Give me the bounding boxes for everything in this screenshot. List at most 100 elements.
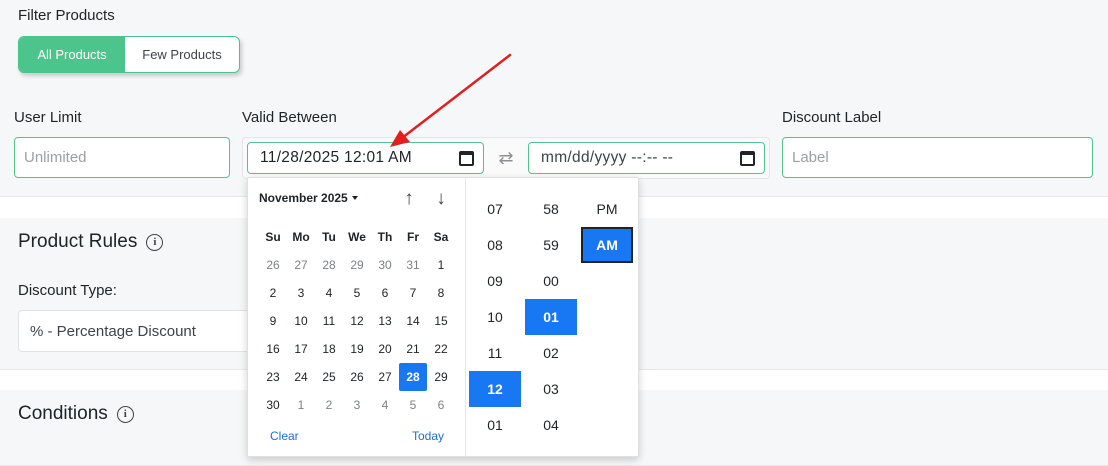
product-rules-heading: Product Rules i bbox=[18, 231, 164, 253]
calendar-day[interactable]: 22 bbox=[427, 335, 455, 363]
hour-option[interactable]: 11 bbox=[469, 335, 521, 371]
calendar-day[interactable]: 3 bbox=[287, 279, 315, 307]
calendar-day[interactable]: 13 bbox=[371, 307, 399, 335]
end-datetime-input[interactable]: mm/dd/yyyy --:-- -- bbox=[528, 142, 765, 174]
calendar-day[interactable]: 8 bbox=[427, 279, 455, 307]
user-limit-input[interactable]: Unlimited bbox=[14, 137, 230, 178]
caret-down-icon bbox=[351, 196, 358, 200]
calendar-day[interactable]: 28 bbox=[399, 363, 427, 391]
discount-label-label: Discount Label bbox=[782, 109, 882, 126]
calendar-day[interactable]: 9 bbox=[259, 307, 287, 335]
calendar-day[interactable]: 30 bbox=[371, 251, 399, 279]
hour-option[interactable]: 10 bbox=[469, 299, 521, 335]
user-limit-placeholder: Unlimited bbox=[24, 149, 87, 166]
calendar-day[interactable]: 26 bbox=[343, 363, 371, 391]
calendar-day[interactable]: 2 bbox=[259, 279, 287, 307]
calendar-day[interactable]: 6 bbox=[371, 279, 399, 307]
calendar-day[interactable]: 18 bbox=[315, 335, 343, 363]
period-column: PM AM bbox=[581, 191, 633, 263]
calendar-day[interactable]: 11 bbox=[315, 307, 343, 335]
hour-option[interactable]: 07 bbox=[469, 191, 521, 227]
calendar-icon[interactable] bbox=[459, 151, 474, 166]
calendar-day[interactable]: 6 bbox=[427, 391, 455, 419]
month-year-label: November 2025 bbox=[259, 191, 348, 205]
calendar-day[interactable]: 5 bbox=[399, 391, 427, 419]
start-datetime-input[interactable]: 11/28/2025 12:01 AM bbox=[247, 142, 484, 174]
filter-products-toggle: All Products Few Products bbox=[18, 36, 240, 73]
calendar-day[interactable]: 24 bbox=[287, 363, 315, 391]
weekday-header: Mo bbox=[292, 230, 310, 244]
calendar-day[interactable]: 2 bbox=[315, 391, 343, 419]
hour-option[interactable]: 12 bbox=[469, 371, 521, 407]
minute-option[interactable]: 59 bbox=[525, 227, 577, 263]
filter-few-products-button[interactable]: Few Products bbox=[125, 37, 239, 72]
filter-products-label: Filter Products bbox=[18, 7, 115, 24]
discount-type-select[interactable]: % - Percentage Discount bbox=[18, 310, 258, 352]
arrow-up-icon[interactable]: ↑ bbox=[398, 188, 420, 210]
discount-label-input[interactable]: Label bbox=[782, 137, 1093, 178]
calendar-day[interactable]: 15 bbox=[427, 307, 455, 335]
weekday-header: We bbox=[348, 230, 366, 244]
divider bbox=[465, 178, 466, 456]
weekday-header: Sa bbox=[433, 230, 449, 244]
calendar-day[interactable]: 17 bbox=[287, 335, 315, 363]
minute-option[interactable]: 02 bbox=[525, 335, 577, 371]
calendar-day[interactable]: 23 bbox=[259, 363, 287, 391]
period-option[interactable]: PM bbox=[581, 191, 633, 227]
minute-option[interactable]: 00 bbox=[525, 263, 577, 299]
calendar-day[interactable]: 20 bbox=[371, 335, 399, 363]
calendar-day[interactable]: 27 bbox=[371, 363, 399, 391]
calendar-day[interactable]: 28 bbox=[315, 251, 343, 279]
calendar-day[interactable]: 25 bbox=[315, 363, 343, 391]
calendar-day[interactable]: 3 bbox=[343, 391, 371, 419]
weekday-header: Th bbox=[377, 230, 393, 244]
product-rules-title: Product Rules bbox=[18, 231, 138, 252]
calendar-day[interactable]: 4 bbox=[371, 391, 399, 419]
month-year-dropdown[interactable]: November 2025 bbox=[259, 191, 358, 205]
calendar-day[interactable]: 29 bbox=[427, 363, 455, 391]
arrow-down-icon[interactable]: ↓ bbox=[430, 188, 452, 210]
calendar-day[interactable]: 27 bbox=[287, 251, 315, 279]
calendar-day[interactable]: 5 bbox=[343, 279, 371, 307]
user-limit-label: User Limit bbox=[14, 109, 82, 126]
filter-all-products-button[interactable]: All Products bbox=[19, 37, 125, 72]
calendar-day[interactable]: 29 bbox=[343, 251, 371, 279]
calendar-day[interactable]: 21 bbox=[399, 335, 427, 363]
discount-type-label: Discount Type: bbox=[18, 282, 117, 299]
calendar-day[interactable]: 12 bbox=[343, 307, 371, 335]
calendar-day[interactable]: 26 bbox=[259, 251, 287, 279]
info-icon[interactable]: i bbox=[146, 233, 164, 251]
calendar-day[interactable]: 19 bbox=[343, 335, 371, 363]
discount-label-placeholder: Label bbox=[792, 149, 829, 166]
calendar-day[interactable]: 16 bbox=[259, 335, 287, 363]
info-icon[interactable]: i bbox=[116, 405, 134, 423]
conditions-heading: Conditions i bbox=[18, 403, 134, 425]
hour-option[interactable]: 09 bbox=[469, 263, 521, 299]
clear-button[interactable]: Clear bbox=[270, 429, 299, 443]
calendar-day[interactable]: 10 bbox=[287, 307, 315, 335]
period-option[interactable]: AM bbox=[581, 227, 633, 263]
swap-arrows-icon: ⇄ bbox=[498, 148, 514, 168]
minute-option[interactable]: 03 bbox=[525, 371, 577, 407]
calendar-day[interactable]: 14 bbox=[399, 307, 427, 335]
today-button[interactable]: Today bbox=[412, 429, 444, 443]
calendar-day[interactable]: 1 bbox=[287, 391, 315, 419]
calendar-icon[interactable] bbox=[740, 151, 755, 166]
datetime-picker-popup: November 2025 ↑ ↓ Su Mo Tu We Th Fr Sa 26 27 28 29… bbox=[247, 177, 639, 457]
end-datetime-value: mm/dd/yyyy --:-- -- bbox=[541, 149, 674, 166]
calendar-day[interactable]: 4 bbox=[315, 279, 343, 307]
hour-option[interactable]: 01 bbox=[469, 407, 521, 443]
start-datetime-value: 11/28/2025 12:01 AM bbox=[260, 149, 412, 166]
minute-option[interactable]: 04 bbox=[525, 407, 577, 443]
calendar-day[interactable]: 1 bbox=[427, 251, 455, 279]
weekday-header: Tu bbox=[322, 230, 336, 244]
hour-column: 07 08 09 10 11 12 01 bbox=[469, 191, 521, 443]
calendar-day[interactable]: 31 bbox=[399, 251, 427, 279]
weekday-header: Su bbox=[265, 230, 281, 244]
minute-option[interactable]: 01 bbox=[525, 299, 577, 335]
calendar-day[interactable]: 7 bbox=[399, 279, 427, 307]
weekday-header: Fr bbox=[407, 230, 419, 244]
hour-option[interactable]: 08 bbox=[469, 227, 521, 263]
calendar-day[interactable]: 30 bbox=[259, 391, 287, 419]
minute-option[interactable]: 58 bbox=[525, 191, 577, 227]
